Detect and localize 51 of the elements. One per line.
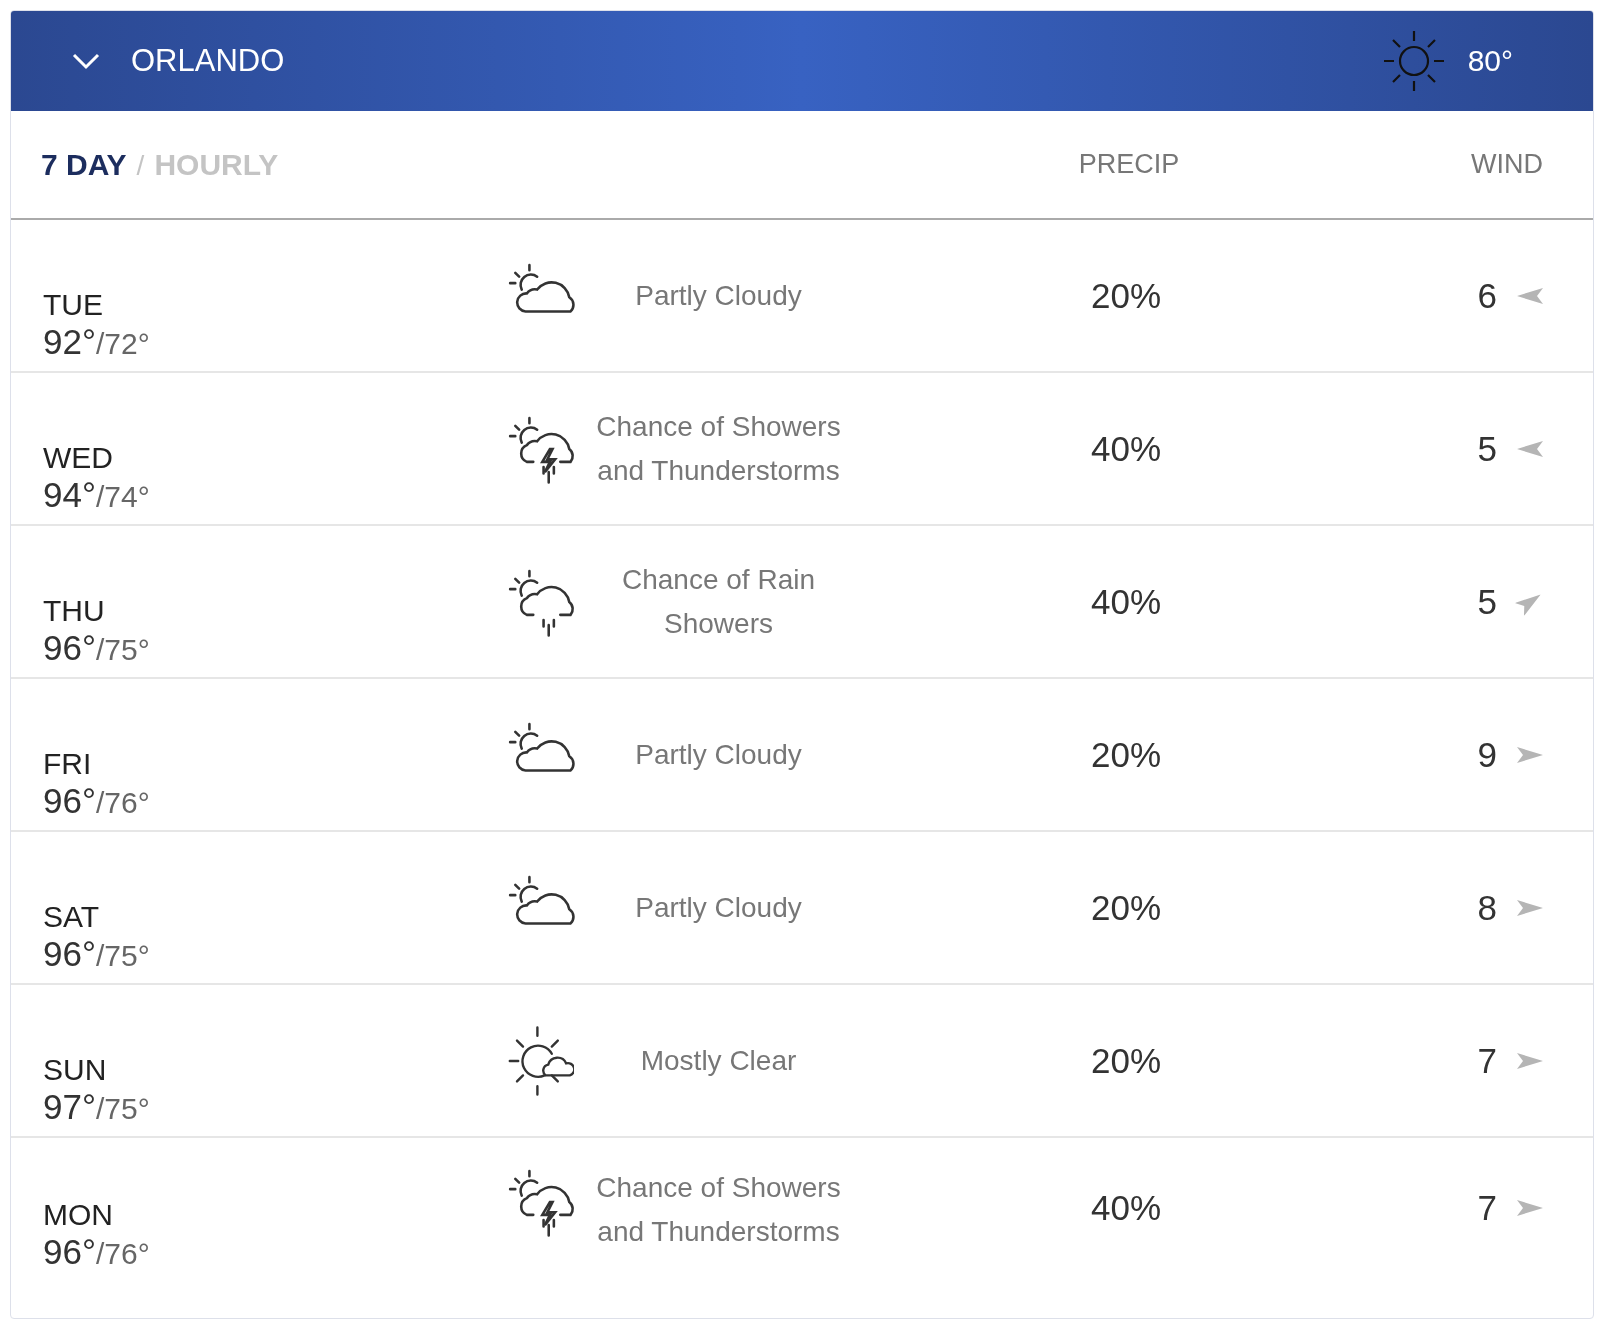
column-header: PRECIP bbox=[1077, 149, 1181, 180]
tab[interactable]: 7 DAY bbox=[41, 147, 127, 182]
sun-icon bbox=[1381, 29, 1446, 93]
wind-speed: 9 bbox=[1477, 734, 1497, 775]
wind-speed: 6 bbox=[1477, 275, 1497, 316]
tab-separator: / bbox=[136, 149, 145, 182]
wind-speed: 5 bbox=[1477, 581, 1497, 622]
day-label: SAT bbox=[43, 899, 101, 934]
low-temperature: /75° bbox=[95, 632, 150, 667]
high-temperature: 92° bbox=[43, 321, 96, 362]
high-temperature: 96° bbox=[43, 1232, 96, 1272]
wind-speed: 7 bbox=[1477, 1188, 1497, 1228]
condition-text: Partly Cloudy bbox=[634, 737, 803, 772]
high-temperature: 97° bbox=[43, 1086, 96, 1127]
precipitation-value: 40% bbox=[1089, 428, 1163, 469]
low-temperature: /76° bbox=[95, 1237, 150, 1271]
precipitation-value: 20% bbox=[1089, 275, 1163, 316]
day-label: SUN bbox=[43, 1052, 108, 1087]
condition-text: Mostly Clear bbox=[639, 1043, 798, 1078]
precipitation-value: 20% bbox=[1089, 887, 1163, 928]
day-label: THU bbox=[43, 593, 106, 628]
low-temperature: /75° bbox=[95, 938, 150, 973]
condition-text: Partly Cloudy bbox=[634, 890, 803, 925]
sun-cloud-icon bbox=[508, 1024, 574, 1097]
wind-speed: 7 bbox=[1477, 1040, 1497, 1081]
city-name: ORLANDO bbox=[131, 43, 285, 79]
precipitation-value: 40% bbox=[1089, 1187, 1163, 1228]
condition-text: Partly Cloudy bbox=[634, 278, 803, 313]
precipitation-value: 40% bbox=[1089, 581, 1163, 622]
high-temperature: 96° bbox=[43, 780, 96, 821]
precipitation-value: 20% bbox=[1089, 1040, 1163, 1081]
chevron-down-icon[interactable] bbox=[71, 51, 101, 71]
current-temperature: 80° bbox=[1467, 44, 1513, 78]
low-temperature: /72° bbox=[95, 326, 150, 361]
low-temperature: /75° bbox=[95, 1091, 150, 1126]
condition-text: Chance of Showers and Thunderstorms bbox=[595, 1171, 842, 1249]
day-label: FRI bbox=[43, 746, 93, 781]
wind-speed: 8 bbox=[1477, 887, 1497, 928]
day-label: WED bbox=[43, 440, 114, 475]
low-temperature: /76° bbox=[95, 785, 150, 820]
day-label: MON bbox=[43, 1198, 114, 1232]
high-temperature: 96° bbox=[43, 627, 96, 668]
precipitation-value: 20% bbox=[1089, 734, 1163, 775]
day-label: TUE bbox=[43, 287, 104, 322]
high-temperature: 94° bbox=[43, 474, 96, 515]
high-temperature: 96° bbox=[43, 933, 96, 974]
column-header: WIND bbox=[1470, 149, 1543, 180]
condition-text: Chance of Showers and Thunderstorms bbox=[595, 409, 842, 488]
wind-speed: 5 bbox=[1477, 428, 1497, 469]
condition-text: Chance of Rain Showers bbox=[621, 562, 816, 641]
low-temperature: /74° bbox=[95, 479, 150, 514]
